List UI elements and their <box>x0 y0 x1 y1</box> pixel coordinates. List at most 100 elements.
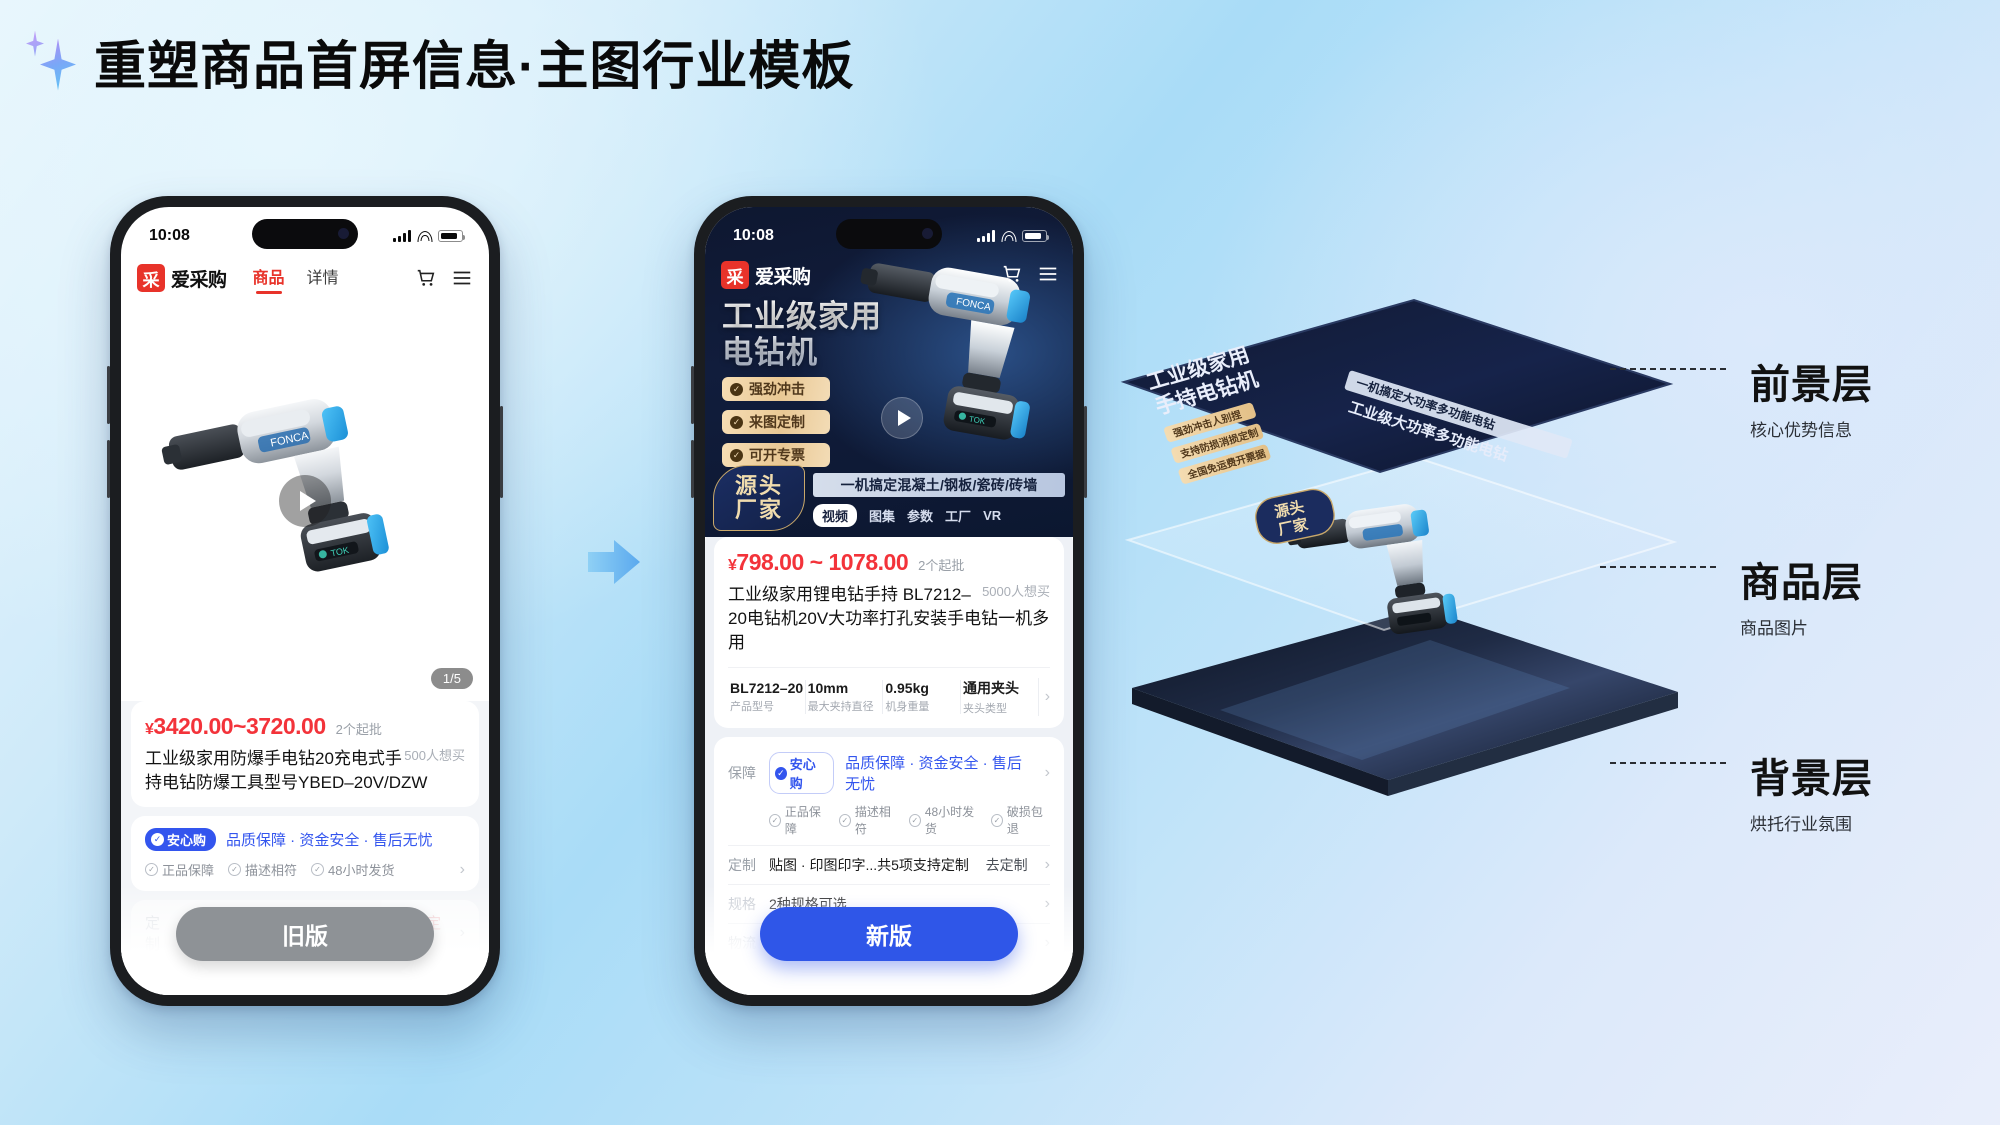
go-customize-link[interactable]: 去定制 <box>986 855 1028 875</box>
dashed-connector <box>1600 566 1716 568</box>
check-icon: ✓ <box>730 415 743 429</box>
sparkle-icon <box>26 30 80 93</box>
aicaigou-logo-icon: 采 <box>721 261 749 289</box>
spec-item: 通用夹头 夹头类型 <box>961 678 1039 717</box>
tab-detail[interactable]: 详情 <box>307 264 339 293</box>
feature-badge: ✓ 来图定制 <box>722 410 830 434</box>
image-counter: 1/5 <box>430 668 473 689</box>
spec-item: BL7212–20 产品型号 <box>728 680 806 715</box>
menu-icon[interactable] <box>451 267 473 289</box>
moq-old: 2个起批 <box>335 722 382 737</box>
dynamic-island <box>252 219 358 249</box>
transition-arrow-icon <box>588 540 640 584</box>
product-title-new: 5000人想买 工业级家用锂电钻手持 BL7212–20电钻机20V大功率打孔安… <box>728 584 1050 653</box>
layer-label-product: 商品层 商品图片 <box>1600 550 1863 639</box>
layer-background <box>1132 608 1678 796</box>
status-time: 10:08 <box>149 227 190 244</box>
aicaigou-logo-icon: 采 <box>137 264 165 292</box>
signal-icon <box>977 230 995 242</box>
price-old: ¥3420.00~3720.00 <box>145 713 326 739</box>
layer-title: 背景层 <box>1750 757 1873 801</box>
feature-badge: ✓ 可开专票 <box>722 443 830 467</box>
hero-media-tabs[interactable]: 视频 图集 参数 工厂 VR <box>813 504 1001 527</box>
shield-check-icon: ✓ <box>775 766 787 780</box>
phone-side-button <box>1084 406 1087 498</box>
wifi-icon <box>417 230 432 242</box>
layer-label-background: 背景层 烘托行业氛围 <box>1610 746 1873 835</box>
media-tab-vr[interactable]: VR <box>983 508 1001 523</box>
brand-logo-group: 采 爱采购 <box>137 264 227 292</box>
layer-subtitle: 核心优势信息 <box>1750 421 1852 440</box>
moq-new: 2个起批 <box>918 558 965 573</box>
origin-factory-badge: 源头 厂家 <box>713 465 805 531</box>
assurance-items-old: ✓ 正品保障 ✓ 描述相符 ✓ 48小时发货 › <box>145 860 465 879</box>
dashed-connector <box>1610 368 1726 370</box>
check-icon: ✓ <box>730 448 743 462</box>
feature-badge: ✓ 强劲冲击 <box>722 377 830 401</box>
assurance-row-new[interactable]: 保障 ✓ 安心购 品质保障 · 资金安全 · 售后无忧 › <box>728 743 1050 803</box>
spec-summary-row[interactable]: BL7212–20 产品型号 10mm 最大夹持直径 0.95kg 机身重量 通用夹头… <box>728 667 1050 717</box>
brand-name: 爱采购 <box>755 266 811 288</box>
shield-check-icon: ✓ <box>151 833 164 847</box>
layer-title: 前景层 <box>1750 363 1873 407</box>
custom-row-new[interactable]: 定制 贴图 · 印图印字...共5项支持定制 去定制 › <box>728 846 1050 884</box>
chevron-right-icon[interactable]: › <box>1045 764 1050 782</box>
layer-subtitle: 商品图片 <box>1740 619 1808 638</box>
product-gallery-old[interactable]: FONCA TOK 1/5 <box>121 301 489 701</box>
assurance-text-old: 品质保障 · 资金安全 · 售后无忧 <box>226 832 433 850</box>
check-icon: ✓ <box>730 382 743 396</box>
screen-old: 10:08 采 爱采购 商品 详情 FONCA TOK 1/5 ¥3420.00… <box>121 207 489 995</box>
dynamic-island <box>836 219 942 249</box>
wifi-icon <box>1001 230 1016 242</box>
new-version-button[interactable]: 新版 <box>760 907 1018 961</box>
play-button-new[interactable] <box>881 397 923 439</box>
page-header: 重塑商品首屏信息·主图行业模板 <box>26 24 854 99</box>
wants-count-new: 5000人想买 <box>982 584 1050 599</box>
anxingou-badge-old: ✓ 安心购 <box>145 828 217 852</box>
assurance-items-new: ✓ 正品保障 ✓ 描述相符 ✓ 48小时发货 ✓ 破损包退 <box>769 803 1050 837</box>
hero-feature-badges: ✓ 强劲冲击 ✓ 来图定制 ✓ 可开专票 <box>722 377 830 467</box>
brand-name: 爱采购 <box>171 269 227 291</box>
spec-item: 10mm 最大夹持直径 <box>806 680 884 715</box>
hero-title-line1: 工业级家用 <box>722 299 882 334</box>
media-tab-video[interactable]: 视频 <box>813 504 858 527</box>
nav-tabs-old[interactable]: 商品 详情 <box>253 264 339 293</box>
cart-icon[interactable] <box>1001 263 1023 285</box>
menu-icon[interactable] <box>1037 263 1059 285</box>
page-title: 重塑商品首屏信息·主图行业模板 <box>94 38 855 96</box>
status-time: 10:08 <box>733 227 774 244</box>
play-button-old[interactable] <box>279 475 331 527</box>
media-tab-gallery[interactable]: 图集 <box>869 506 895 525</box>
layer-title: 商品层 <box>1740 561 1863 605</box>
wants-count-old: 500人想买 <box>404 748 465 763</box>
phone-old-version: 10:08 采 爱采购 商品 详情 FONCA TOK 1/5 ¥3420.00… <box>107 196 503 1006</box>
media-tab-params[interactable]: 参数 <box>907 506 933 525</box>
brand-logo-group-new: 采 爱采购 <box>721 261 811 289</box>
chevron-right-icon[interactable]: › <box>1045 856 1050 874</box>
hero-tagline: 一机搞定混凝土/钢板/瓷砖/砖墙 <box>813 473 1065 497</box>
phone-new-version: FONCA TOK 10:08 采 爱采购 工业级家用 电钻机 ✓ 强劲冲击 ✓… <box>691 196 1087 1006</box>
hero-title: 工业级家用 电钻机 <box>722 299 882 371</box>
spec-item: 0.95kg 机身重量 <box>883 680 962 715</box>
assurance-text-new: 品质保障 · 资金安全 · 售后无忧 <box>845 755 1022 794</box>
layer-label-foreground: 前景层 核心优势信息 <box>1610 352 1873 441</box>
cart-icon[interactable] <box>415 267 437 289</box>
product-title-old: 500人想买 工业级家用防爆手电钻20充电式手持电钻防爆工具型号YBED–20V… <box>145 748 465 793</box>
phone-side-button <box>500 406 503 498</box>
price-card-old: ¥3420.00~3720.00 2个起批 500人想买 工业级家用防爆手电钻2… <box>131 701 479 808</box>
old-version-button[interactable]: 旧版 <box>176 907 434 961</box>
battery-icon <box>438 230 465 242</box>
hero-banner: FONCA TOK 10:08 采 爱采购 工业级家用 电钻机 ✓ 强劲冲击 ✓… <box>705 207 1073 537</box>
price-card-new: ¥798.00 ~ 1078.00 2个起批 5000人想买 工业级家用锂电钻手… <box>714 537 1064 729</box>
tab-product[interactable]: 商品 <box>253 264 285 293</box>
layer-product <box>1124 456 1678 635</box>
signal-icon <box>393 230 411 242</box>
chevron-right-icon[interactable]: › <box>460 861 465 879</box>
hero-title-line2: 电钻机 <box>722 334 818 370</box>
media-tab-factory[interactable]: 工厂 <box>945 506 971 525</box>
dashed-connector <box>1610 762 1726 764</box>
price-new: ¥798.00 ~ 1078.00 <box>728 549 909 575</box>
chevron-right-icon[interactable]: › <box>1045 688 1050 706</box>
assurance-card-old[interactable]: ✓ 安心购 品质保障 · 资金安全 · 售后无忧 ✓ 正品保障 ✓ 描述相符 ✓ 48… <box>131 816 479 892</box>
anxingou-badge-new: ✓ 安心购 <box>769 752 835 795</box>
